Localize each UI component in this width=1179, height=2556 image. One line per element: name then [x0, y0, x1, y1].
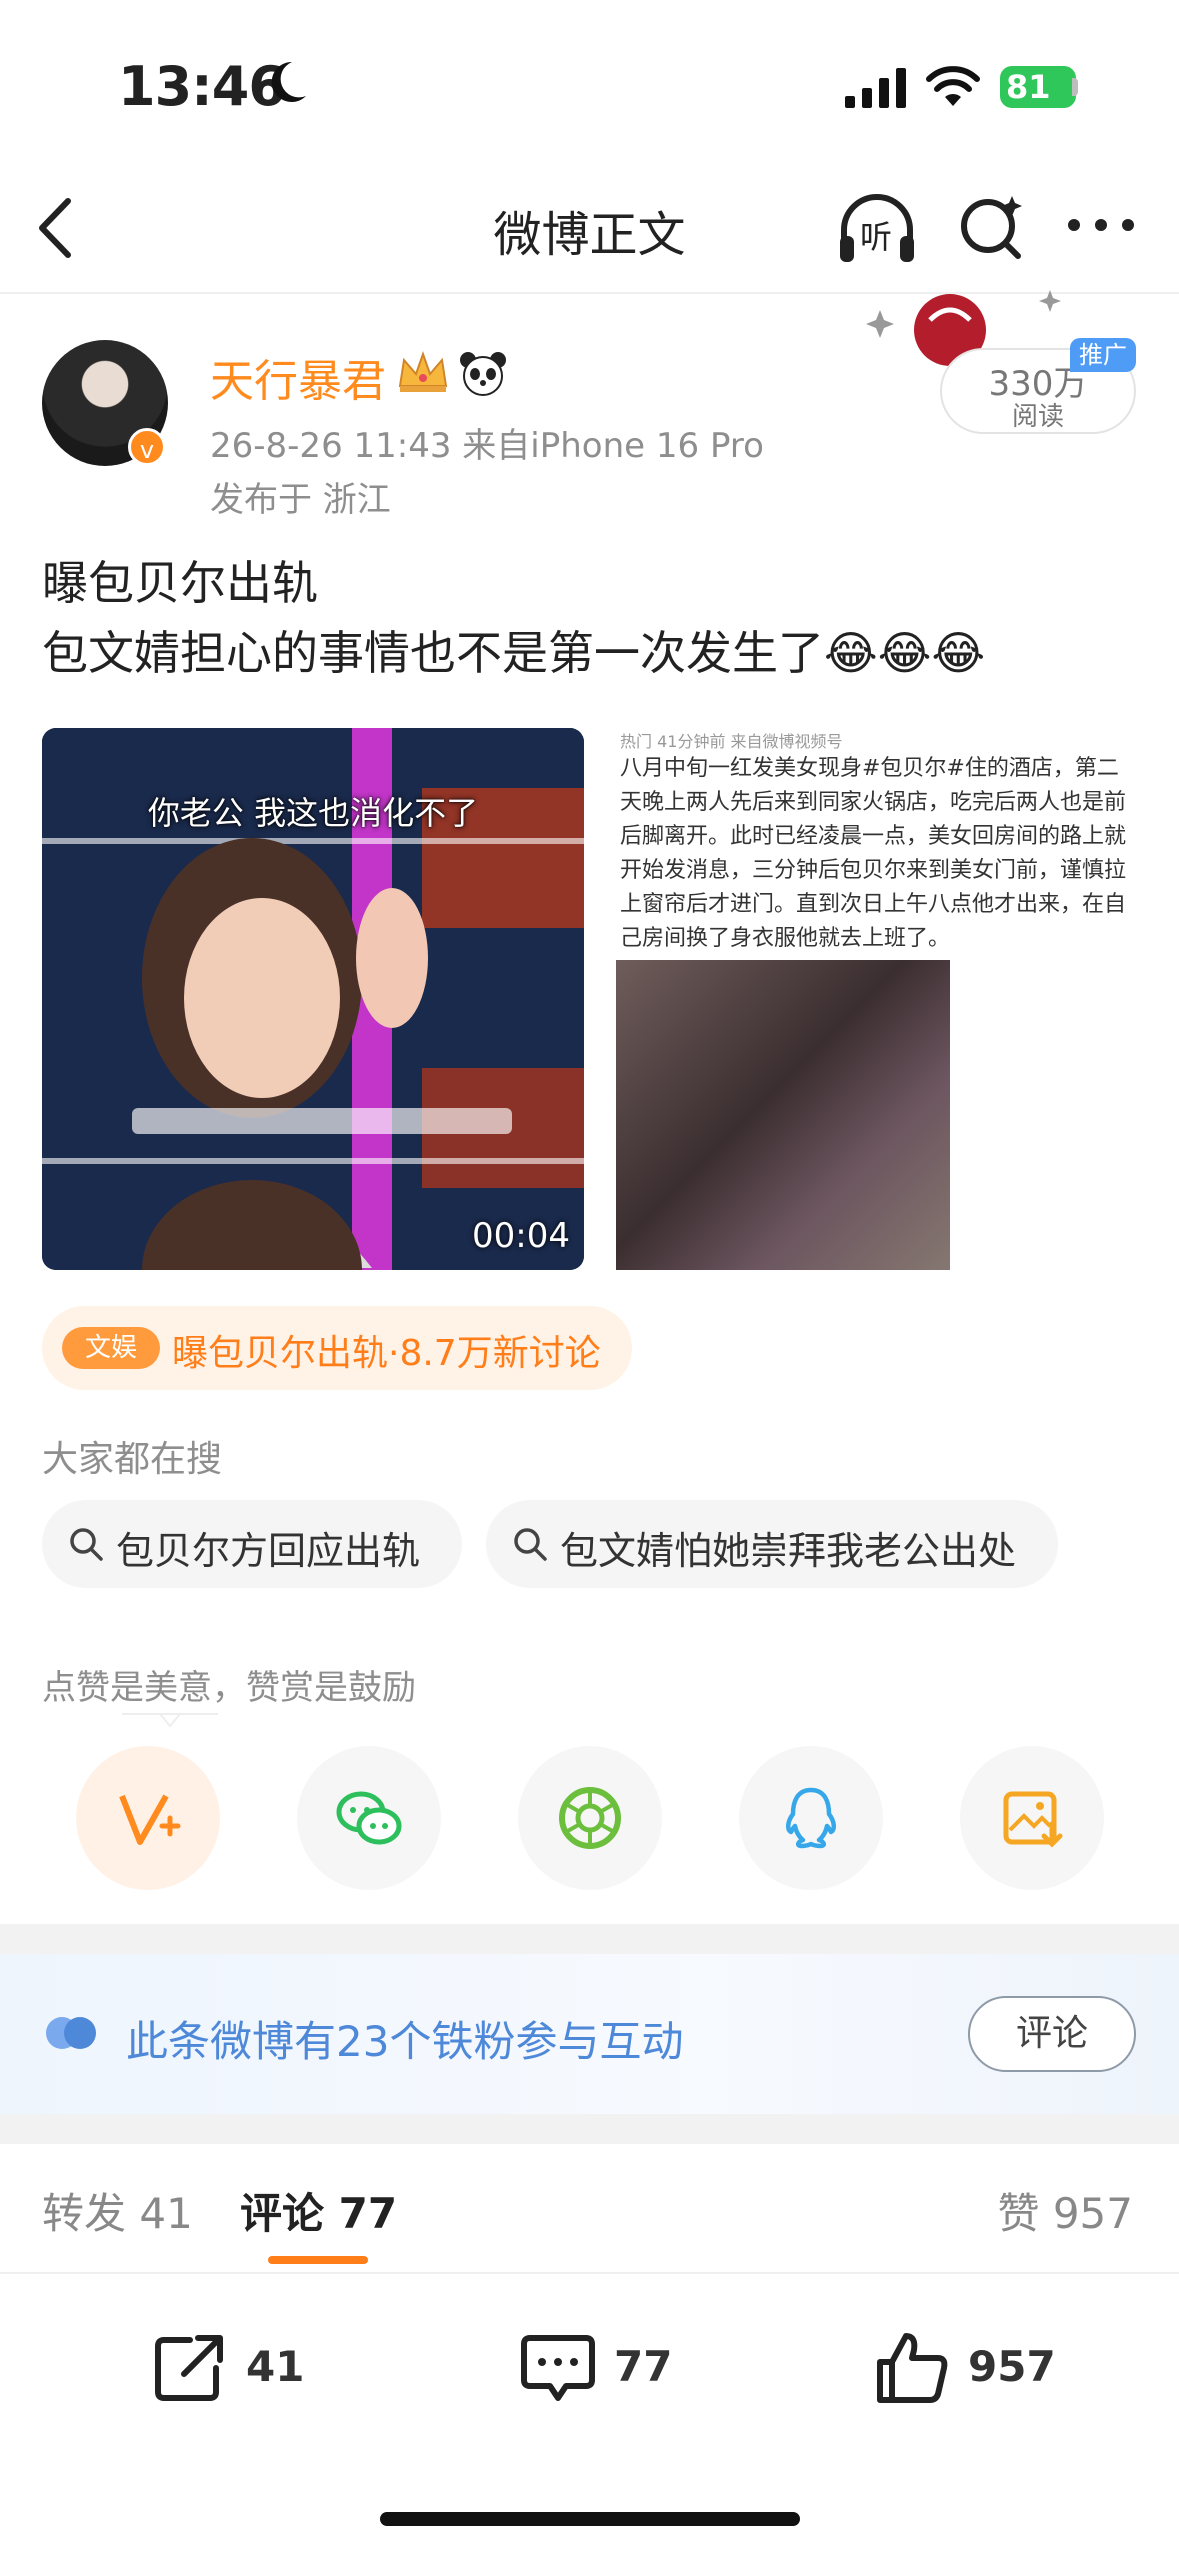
battery-cap — [1072, 78, 1078, 96]
thumbs-up-icon — [877, 2333, 948, 2403]
search-heading: 大家都在搜 — [42, 1439, 223, 1480]
tab-divider — [0, 2272, 1179, 2274]
moon-icon — [271, 61, 306, 102]
search-chip[interactable]: 包文婧怕她崇拜我老公出处 — [486, 1500, 1058, 1588]
search-icon — [514, 1528, 547, 1561]
topic-category-tag: 文娱 — [62, 1327, 160, 1369]
like-button[interactable]: 957 — [872, 2328, 1062, 2412]
post-location: 发布于 浙江 — [210, 480, 391, 520]
wifi-icon — [926, 66, 980, 106]
crown-icon — [398, 350, 448, 392]
topic-text: 曝包贝尔出轨·8.7万新讨论 — [172, 1333, 601, 1374]
panda-icon — [460, 352, 506, 396]
moments-icon — [559, 1787, 621, 1849]
search-icon[interactable] — [956, 190, 1026, 262]
home-indicator — [380, 2512, 800, 2526]
tab-label: 评论 — [240, 2189, 325, 2238]
fan-interaction-banner: 此条微博有23个铁粉参与互动 评论 — [0, 1954, 1179, 2114]
author-name[interactable]: 天行暴君 — [210, 345, 386, 409]
video-thumbnail[interactable]: 你老公 我这也消化不了 00:04 — [42, 728, 584, 1270]
share-moments-button[interactable] — [518, 1746, 662, 1890]
listen-label: 听 — [860, 218, 893, 256]
search-icon — [70, 1528, 103, 1561]
section-gap — [0, 2114, 1179, 2144]
listen-button[interactable]: 听 — [836, 190, 918, 268]
section-gap — [0, 1924, 1179, 1954]
post-image-2[interactable]: 热门 41分钟前 来自微博视频号 八月中旬一红发美女现身#包贝尔#住的酒店，第二… — [614, 728, 1136, 1270]
promoted-tag: 推广 — [1070, 338, 1136, 372]
topic-pill[interactable]: 文娱 曝包贝尔出轨·8.7万新讨论 — [42, 1306, 632, 1390]
battery-indicator: 81 — [1000, 66, 1076, 108]
tab-label: 赞 — [997, 2189, 1040, 2238]
search-chip-label: 包贝尔方回应出轨 — [116, 1529, 421, 1573]
read-label: 阅读 — [1011, 402, 1064, 432]
comment-button[interactable]: 评论 — [968, 1996, 1136, 2072]
share-wechat-button[interactable] — [297, 1746, 441, 1890]
share-qq-button[interactable] — [739, 1746, 883, 1890]
search-chip[interactable]: 包贝尔方回应出轨 — [42, 1500, 462, 1588]
comment-count: 77 — [614, 2342, 673, 2391]
like-count: 957 — [968, 2342, 1056, 2391]
reward-v-plus-icon — [119, 1794, 181, 1845]
comment-action-button[interactable]: 77 — [518, 2328, 672, 2412]
more-icon[interactable] — [1066, 210, 1136, 240]
image-text: 八月中旬一红发美女现身#包贝尔#住的酒店，第二天晚上两人先后来到同家火锅店，吃完… — [620, 756, 1127, 951]
tab-reposts[interactable]: 转发 41 — [42, 2180, 193, 2241]
cellular-signal-icon — [845, 68, 906, 108]
status-time: 13:46 — [118, 55, 286, 118]
save-image-button[interactable] — [960, 1746, 1104, 1890]
repost-icon — [155, 2335, 223, 2401]
video-caption: 你老公 我这也消化不了 — [147, 794, 479, 832]
fan-interaction-text: 此条微博有23个铁粉参与互动 — [126, 2017, 684, 2066]
wechat-icon — [336, 1791, 402, 1845]
search-chip-label: 包文婧怕她崇拜我老公出处 — [560, 1529, 1017, 1573]
verified-badge-icon: v — [128, 428, 166, 466]
tab-count: 77 — [338, 2189, 398, 2238]
save-image-icon — [1003, 1791, 1063, 1848]
active-tab-indicator — [268, 2256, 368, 2264]
post-text: 曝包贝尔出轨 包文婧担心的事情也不是第一次发生了😂😂😂 — [42, 556, 986, 680]
post-timestamp-source: 26-8-26 11:43 来自iPhone 16 Pro — [210, 426, 764, 466]
qq-icon — [786, 1787, 836, 1849]
video-duration: 00:04 — [472, 1216, 570, 1256]
reward-button[interactable] — [76, 1746, 220, 1890]
tab-likes[interactable]: 赞 957 — [997, 2180, 1133, 2241]
image-header: 热门 41分钟前 来自微博视频号 — [620, 732, 843, 751]
fans-icon — [46, 2017, 96, 2049]
tab-comments[interactable]: 评论 77 — [240, 2180, 397, 2241]
tooltip-pointer — [122, 1713, 218, 1728]
image-photo — [616, 960, 950, 1270]
tab-count: 41 — [139, 2189, 193, 2238]
repost-count: 41 — [246, 2342, 305, 2391]
tab-label: 转发 — [42, 2189, 127, 2238]
comment-icon — [521, 2335, 595, 2401]
repost-button[interactable]: 41 — [150, 2328, 304, 2412]
tab-count: 957 — [1052, 2189, 1133, 2238]
like-hint: 点赞是美意，赞赏是鼓励 — [42, 1668, 416, 1708]
